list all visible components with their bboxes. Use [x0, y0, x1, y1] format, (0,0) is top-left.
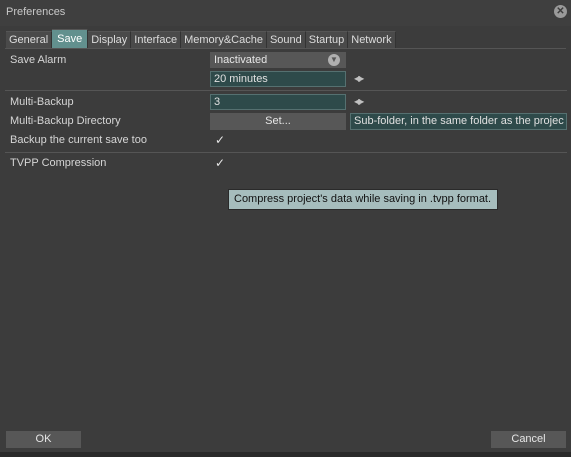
multi-backup-field[interactable]: 3: [210, 94, 346, 110]
window-bottom-edge: [0, 452, 571, 457]
divider: [5, 152, 567, 153]
backup-directory-label: Multi-Backup Directory: [10, 115, 121, 127]
tab-display[interactable]: Display: [88, 31, 132, 48]
chevron-down-icon: ▼: [328, 54, 340, 66]
save-alarm-dropdown[interactable]: Inactivated ▼: [210, 52, 346, 68]
tab-memory-cache[interactable]: Memory&Cache: [181, 31, 267, 48]
title-bar: Preferences ✕: [0, 0, 571, 26]
tab-startup[interactable]: Startup: [305, 31, 349, 48]
save-alarm-interval-field[interactable]: 20 minutes: [210, 71, 346, 87]
tvpp-compression-label: TVPP Compression: [10, 157, 107, 169]
save-alarm-label: Save Alarm: [10, 54, 67, 66]
tab-interface[interactable]: Interface: [131, 31, 182, 48]
tab-bar: General Save Display Interface Memory&Ca…: [6, 29, 396, 48]
cancel-button[interactable]: Cancel: [491, 431, 566, 448]
tab-save[interactable]: Save: [52, 29, 89, 48]
multi-backup-label: Multi-Backup: [10, 96, 74, 108]
backup-current-checkbox[interactable]: ✓: [215, 133, 225, 147]
multi-backup-stepper-icon[interactable]: ◀▶: [354, 97, 366, 107]
tvpp-compression-checkbox[interactable]: ✓: [215, 156, 225, 170]
set-directory-button[interactable]: Set...: [210, 113, 346, 130]
backup-directory-path[interactable]: Sub-folder, in the same folder as the pr…: [350, 113, 567, 130]
interval-stepper-icon[interactable]: ◀▶: [354, 74, 366, 84]
window-title: Preferences: [6, 6, 66, 18]
tooltip: Compress project's data while saving in …: [228, 189, 498, 210]
save-alarm-mode: Inactivated: [214, 54, 268, 66]
tab-divider: [5, 48, 566, 49]
close-icon[interactable]: ✕: [554, 5, 567, 18]
tab-network[interactable]: Network: [348, 31, 396, 48]
tab-general[interactable]: General: [6, 31, 53, 48]
tab-sound[interactable]: Sound: [266, 31, 306, 48]
ok-button[interactable]: OK: [6, 431, 81, 448]
backup-current-label: Backup the current save too: [10, 134, 147, 146]
divider: [5, 90, 567, 91]
